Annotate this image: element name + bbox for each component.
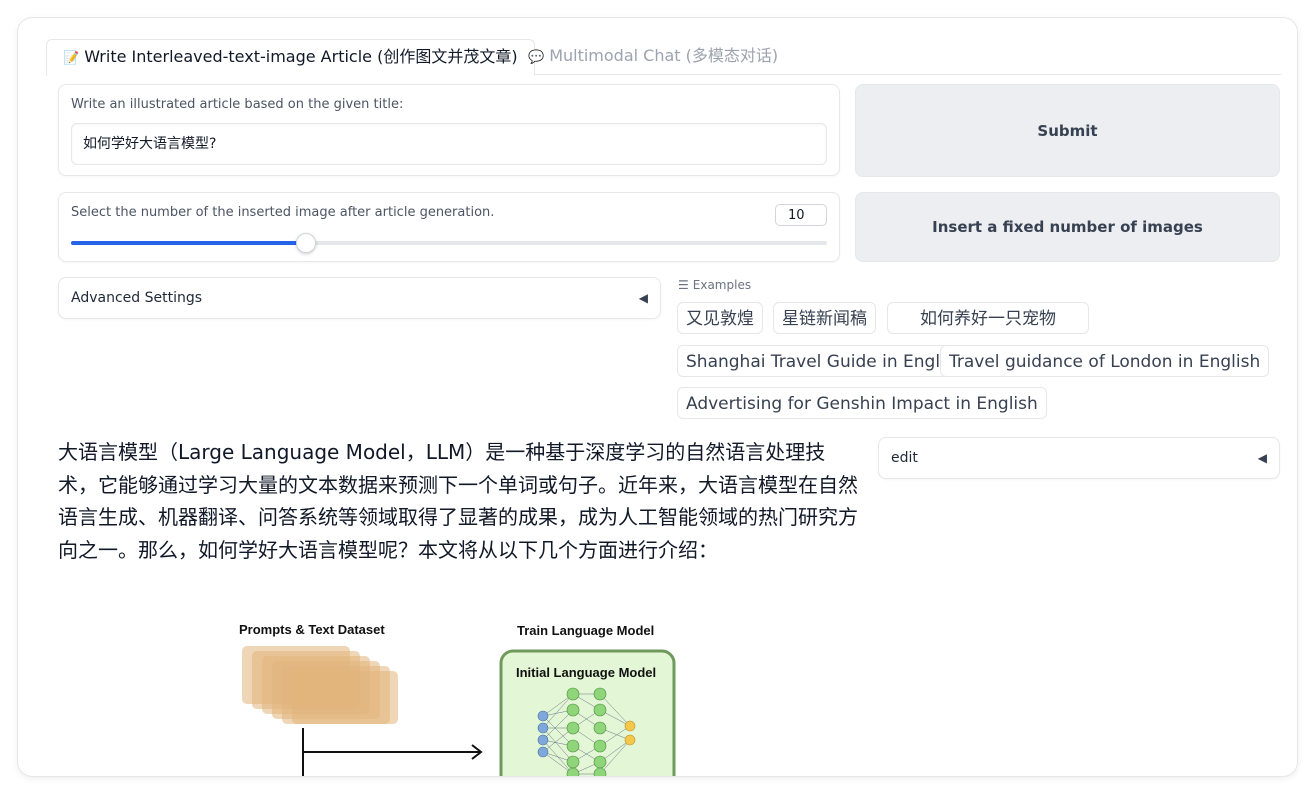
edit-accordion[interactable]: edit ◀ [878,437,1280,479]
tab-label: Write Interleaved-text-image Article (创作… [84,47,518,66]
image-count-slider[interactable] [71,233,827,253]
train-model-label: Train Language Model [517,623,654,638]
edit-label: edit [891,450,918,466]
examples-header: ☰ Examples [678,278,751,292]
flow-arrow [302,728,483,776]
title-input-label: Write an illustrated article based on th… [71,97,404,112]
tab-label: Multimodal Chat (多模态对话) [549,46,779,65]
advanced-settings-label: Advanced Settings [71,290,203,306]
tab-multimodal-chat[interactable]: 💬 Multimodal Chat (多模态对话) [512,39,794,74]
slider-thumb[interactable] [296,233,317,253]
example-chip[interactable]: Shanghai Travel Guide in English [677,345,974,377]
submit-button[interactable]: Submit [855,84,1280,177]
caret-left-icon: ◀ [638,291,648,305]
example-chip[interactable]: Advertising for Genshin Impact in Englis… [677,387,1047,419]
article-text: 大语言模型（Large Language Model，LLM）是一种基于深度学习… [58,440,858,562]
example-chip[interactable]: 星链新闻稿 [773,302,876,334]
dataset-stack-icon [242,646,398,724]
caret-left-icon: ◀ [1257,451,1267,465]
examples-label: Examples [692,278,752,292]
image-count-panel: Select the number of the inserted image … [58,192,840,262]
slider-fill [71,241,306,245]
example-chip[interactable]: 又见敦煌 [677,302,763,334]
article-figure: Prompts & Text Dataset Train Language Mo… [239,622,676,776]
tab-bar: 📝 Write Interleaved-text-image Article (创… [46,39,1281,76]
image-count-label: Select the number of the inserted image … [71,205,495,220]
tab-write-article[interactable]: 📝 Write Interleaved-text-image Article (创… [46,39,535,76]
image-count-number-input[interactable]: 10 [775,204,827,226]
list-icon: ☰ [678,278,689,292]
memo-icon: 📝 [63,51,80,66]
example-chip[interactable]: Travel guidance of London in English [940,345,1270,377]
title-input[interactable]: 如何学好大语言模型? [71,123,827,165]
dataset-label: Prompts & Text Dataset [239,622,385,637]
example-chip[interactable]: 如何养好一只宠物 [887,302,1089,334]
advanced-settings-accordion[interactable]: Advanced Settings ◀ [58,277,661,319]
app-window: 📝 Write Interleaved-text-image Article (创… [18,18,1297,776]
speech-bubble-icon: 💬 [528,50,545,65]
insert-fixed-images-button[interactable]: Insert a fixed number of images [855,192,1280,262]
title-input-panel: Write an illustrated article based on th… [58,84,840,176]
model-label: Initial Language Model [516,665,656,680]
